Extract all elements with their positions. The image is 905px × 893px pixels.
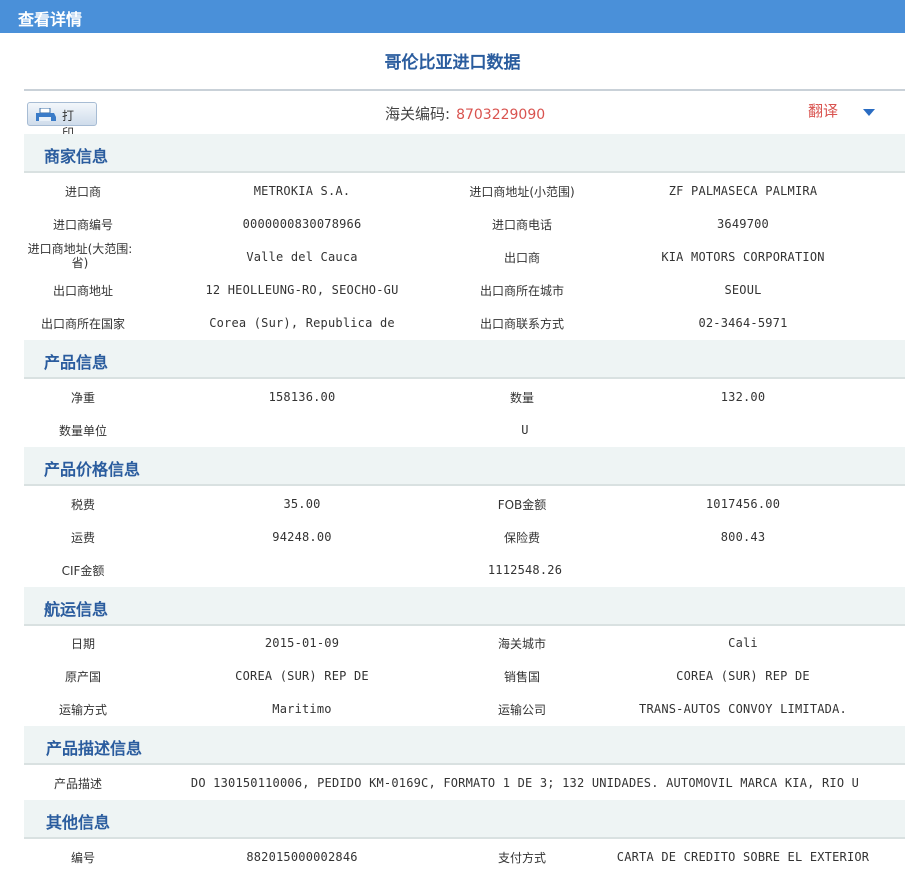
field-label: 产品描述 xyxy=(53,777,102,791)
section-title: 其他信息 xyxy=(46,813,111,832)
section-header-shipping: 航运信息 xyxy=(24,587,905,626)
field-value: 35.00 xyxy=(283,497,321,511)
section-header-price: 产品价格信息 xyxy=(24,447,905,486)
field-label: 税费 xyxy=(70,498,95,512)
field-value: 800.43 xyxy=(720,530,766,544)
field-value: 158136.00 xyxy=(268,390,336,404)
field-label: 净重 xyxy=(70,391,95,405)
field-label: FOB金额 xyxy=(497,498,547,512)
section-title: 航运信息 xyxy=(44,600,109,619)
field-label: 日期 xyxy=(70,637,95,651)
field-value: 2015-01-09 xyxy=(264,636,340,650)
section-title: 产品价格信息 xyxy=(44,460,141,479)
field-value: 882015000002846 xyxy=(246,850,358,864)
field-value: Cali xyxy=(728,636,758,650)
field-value: 1017456.00 xyxy=(705,497,781,511)
section-title: 产品描述信息 xyxy=(46,739,143,758)
field-value: 0000000830078966 xyxy=(242,217,362,231)
field-label: 运输方式 xyxy=(58,703,107,717)
section-title: 产品信息 xyxy=(44,353,109,372)
field-value: CARTA DE CREDITO SOBRE EL EXTERIOR xyxy=(616,850,870,864)
field-label: 支付方式 xyxy=(497,851,546,865)
section-header-other: 其他信息 xyxy=(24,800,905,839)
field-label: 保险费 xyxy=(503,531,540,545)
field-label: 进口商电话 xyxy=(491,218,552,232)
field-label: 出口商联系方式 xyxy=(479,317,564,331)
field-label: 数量单位 xyxy=(58,424,107,438)
field-value: SEOUL xyxy=(724,283,762,297)
field-label: 运费 xyxy=(70,531,95,545)
field-value: 1112548.26 xyxy=(487,563,563,577)
field-label: 原产国 xyxy=(64,670,101,684)
section-header-product: 产品信息 xyxy=(24,340,905,379)
field-label: 销售国 xyxy=(503,670,540,684)
title-divider xyxy=(24,89,905,91)
field-label: 运输公司 xyxy=(497,703,546,717)
hs-code: 海关编码: 8703229090 xyxy=(385,103,545,124)
field-value: COREA (SUR) REP DE xyxy=(235,669,369,683)
field-value: 94248.00 xyxy=(272,530,332,544)
field-value: KIA MOTORS CORPORATION xyxy=(661,250,825,264)
field-label: 出口商地址 xyxy=(52,284,113,298)
field-label: CIF金额 xyxy=(61,564,105,578)
field-value: METROKIA S.A. xyxy=(253,184,351,198)
field-label: 进口商 xyxy=(64,185,101,199)
field-label: 进口商地址(小范围) xyxy=(469,185,575,199)
printer-icon xyxy=(35,107,57,125)
print-button[interactable]: 打 印 xyxy=(27,102,97,140)
field-label: 数量 xyxy=(509,391,534,405)
section-title: 商家信息 xyxy=(44,147,109,166)
chevron-down-icon[interactable] xyxy=(863,109,875,116)
field-value: 02-3464-5971 xyxy=(698,316,788,330)
hs-code-value: 8703229090 xyxy=(456,107,546,123)
translate-link[interactable]: 翻译 xyxy=(808,100,838,121)
field-label: 编号 xyxy=(70,851,95,865)
field-value: 132.00 xyxy=(720,390,766,404)
window-title: 查看详情 xyxy=(18,10,83,29)
field-value: TRANS-AUTOS CONVOY LIMITADA. xyxy=(639,702,847,716)
field-label: 出口商所在国家 xyxy=(40,317,125,331)
field-value: Valle del Cauca xyxy=(246,250,358,264)
field-label: 海关城市 xyxy=(497,637,546,651)
field-label: 出口商所在城市 xyxy=(479,284,564,298)
window-title-bar: 查看详情 xyxy=(0,0,905,33)
field-label: 出口商 xyxy=(503,251,540,265)
hs-code-label: 海关编码: xyxy=(385,105,451,123)
section-header-merchant: 商家信息 xyxy=(24,134,905,173)
page-title: 哥伦比亚进口数据 xyxy=(384,53,521,73)
field-value: 3649700 xyxy=(717,217,769,231)
field-label: 进口商地址(大范围: 省) xyxy=(27,242,133,270)
field-label: 进口商编号 xyxy=(52,218,113,232)
field-value: DO 130150110006, PEDIDO KM-0169C, FORMAT… xyxy=(190,776,860,790)
field-value: Corea (Sur), Republica de xyxy=(209,316,395,330)
field-value: Maritimo xyxy=(272,702,332,716)
field-value: ZF PALMASECA PALMIRA xyxy=(668,184,818,198)
field-value: U xyxy=(521,423,529,437)
section-header-description: 产品描述信息 xyxy=(24,726,905,765)
field-value: 12 HEOLLEUNG-RO, SEOCHO-GU xyxy=(205,283,399,297)
field-value: COREA (SUR) REP DE xyxy=(676,669,810,683)
